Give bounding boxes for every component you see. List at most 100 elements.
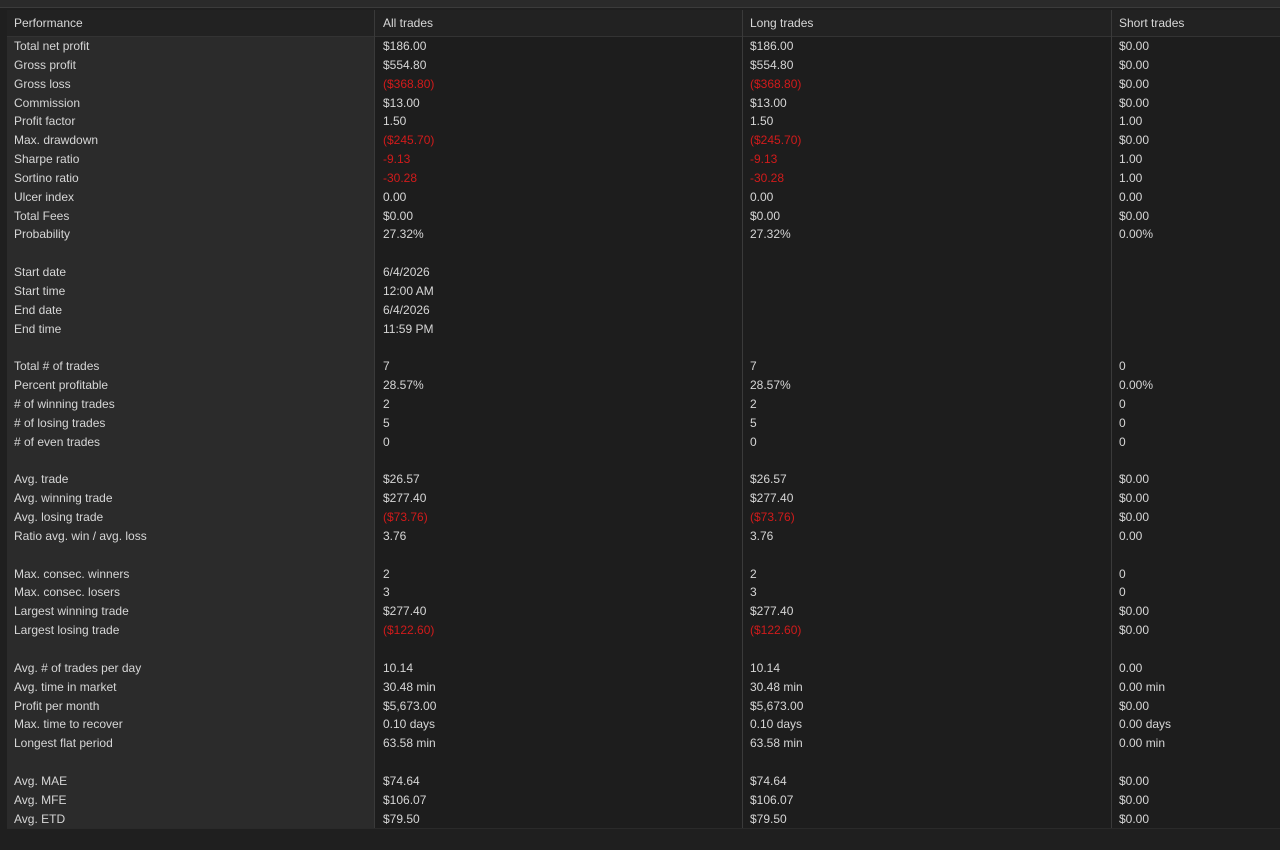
table-row[interactable]: Commission $13.00 $13.00 $0.00	[7, 94, 1280, 113]
table-row[interactable]: Sortino ratio -30.28 -30.28 1.00	[7, 169, 1280, 188]
table-row[interactable]: Avg. ETD $79.50 $79.50 $0.00	[7, 810, 1280, 829]
short-trades-value	[1112, 546, 1280, 565]
table-row[interactable]: Largest winning trade $277.40 $277.40 $0.00	[7, 602, 1280, 621]
short-trades-value: 0	[1119, 415, 1126, 430]
long-trades-value: $79.50	[750, 811, 787, 826]
row-label: Max. consec. losers	[14, 585, 121, 600]
table-row[interactable]: Sharpe ratio -9.13 -9.13 1.00	[7, 150, 1280, 169]
table-row[interactable]: Total Fees $0.00 $0.00 $0.00	[7, 207, 1280, 226]
table-row[interactable]: Avg. time in market 30.48 min 30.48 min 0.0…	[7, 678, 1280, 697]
row-label	[7, 339, 374, 358]
table-row[interactable]: Max. consec. winners 2 2 0	[7, 565, 1280, 584]
table-row[interactable]: End date 6/4/2026	[7, 301, 1280, 320]
table-row[interactable]: Ulcer index 0.00 0.00 0.00	[7, 188, 1280, 207]
all-trades-value: ($73.76)	[383, 510, 428, 525]
table-row[interactable]: Gross profit $554.80 $554.80 $0.00	[7, 56, 1280, 75]
table-spacer-row[interactable]	[7, 339, 1280, 358]
all-trades-value: $277.40	[383, 491, 427, 506]
long-trades-value	[743, 452, 1111, 471]
header-all-trades[interactable]: All trades	[376, 10, 743, 37]
all-trades-value: 6/4/2026	[383, 265, 430, 280]
row-label: Max. drawdown	[14, 133, 99, 148]
table-row[interactable]: Start time 12:00 AM	[7, 282, 1280, 301]
table-row[interactable]: Profit per month $5,673.00 $5,673.00 $0.00	[7, 697, 1280, 716]
row-label: Max. time to recover	[14, 717, 123, 732]
table-spacer-row[interactable]	[7, 452, 1280, 471]
table-row[interactable]: Max. consec. losers 3 3 0	[7, 583, 1280, 602]
table-row[interactable]: Avg. MFE $106.07 $106.07 $0.00	[7, 791, 1280, 810]
row-label: Avg. winning trade	[14, 491, 113, 506]
row-label: Avg. MAE	[14, 773, 68, 788]
long-trades-value: -30.28	[750, 170, 785, 185]
table-row[interactable]: Percent profitable 28.57% 28.57% 0.00%	[7, 376, 1280, 395]
long-trades-value: ($73.76)	[750, 510, 795, 525]
row-label: Largest losing trade	[14, 623, 120, 638]
table-row[interactable]: Total # of trades 7 7 0	[7, 357, 1280, 376]
header-long-trades[interactable]: Long trades	[743, 10, 1111, 37]
long-trades-value: $277.40	[750, 604, 794, 619]
long-trades-value: ($122.60)	[750, 623, 802, 638]
table-spacer-row[interactable]	[7, 640, 1280, 659]
long-trades-value: 3	[750, 585, 757, 600]
long-trades-value: $74.64	[750, 773, 787, 788]
long-trades-value: 28.57%	[750, 378, 791, 393]
table-row[interactable]: # of losing trades 5 5 0	[7, 414, 1280, 433]
all-trades-value: 27.32%	[383, 227, 424, 242]
header-performance[interactable]: Performance	[7, 10, 374, 37]
long-trades-value	[743, 263, 1111, 282]
long-trades-value: $186.00	[750, 39, 794, 53]
all-trades-value: $13.00	[383, 95, 420, 110]
long-trades-value: 27.32%	[750, 227, 791, 242]
table-row[interactable]: Avg. winning trade $277.40 $277.40 $0.00	[7, 489, 1280, 508]
header-short-trades[interactable]: Short trades	[1112, 10, 1280, 37]
short-trades-value: 0.00%	[1119, 227, 1154, 242]
table-row[interactable]: Largest losing trade ($122.60) ($122.60) $0…	[7, 621, 1280, 640]
all-trades-value: -9.13	[383, 152, 411, 167]
table-spacer-row[interactable]	[7, 546, 1280, 565]
row-label: # of even trades	[14, 434, 101, 449]
short-trades-value: $0.00	[1119, 133, 1150, 148]
table-row[interactable]: Avg. trade $26.57 $26.57 $0.00	[7, 470, 1280, 489]
long-trades-value: $5,673.00	[750, 698, 804, 713]
short-trades-value: $0.00	[1119, 792, 1150, 807]
table-spacer-row[interactable]	[7, 753, 1280, 772]
table-row[interactable]: Probability 27.32% 27.32% 0.00%	[7, 225, 1280, 244]
table-row[interactable]: Avg. # of trades per day 10.14 10.14 0.00	[7, 659, 1280, 678]
table-row[interactable]: # of winning trades 2 2 0	[7, 395, 1280, 414]
row-label: Avg. MFE	[14, 792, 67, 807]
table-spacer-row[interactable]	[7, 244, 1280, 263]
table-row[interactable]: Profit factor 1.50 1.50 1.00	[7, 112, 1280, 131]
all-trades-value: $554.80	[383, 57, 427, 72]
long-trades-value	[743, 546, 1111, 565]
row-label: End time	[14, 321, 62, 336]
table-row[interactable]: Max. drawdown ($245.70) ($245.70) $0.00	[7, 131, 1280, 150]
table-row[interactable]: Avg. losing trade ($73.76) ($73.76) $0.00	[7, 508, 1280, 527]
row-label: Longest flat period	[14, 736, 113, 751]
row-label: Avg. trade	[14, 472, 69, 487]
long-trades-value: 0.10 days	[750, 717, 803, 732]
table-row[interactable]: Longest flat period 63.58 min 63.58 min 0.0…	[7, 734, 1280, 753]
short-trades-value: 0.00 min	[1119, 736, 1166, 751]
table-row[interactable]: End time 11:59 PM	[7, 320, 1280, 339]
table-row[interactable]: Start date 6/4/2026	[7, 263, 1280, 282]
row-label: Sharpe ratio	[14, 152, 80, 167]
long-trades-value: 63.58 min	[750, 736, 803, 751]
row-label: Gross loss	[14, 76, 71, 91]
all-trades-value: 12:00 AM	[383, 283, 434, 298]
all-trades-value	[376, 640, 743, 659]
all-trades-value: $186.00	[383, 39, 427, 53]
table-row[interactable]: Ratio avg. win / avg. loss 3.76 3.76 0.00	[7, 527, 1280, 546]
table-row[interactable]: # of even trades 0 0 0	[7, 433, 1280, 452]
performance-table: Performance All trades Long trades Short…	[7, 10, 1280, 828]
table-row[interactable]: Avg. MAE $74.64 $74.64 $0.00	[7, 772, 1280, 791]
table-row[interactable]: Total net profit $186.00 $186.00 $0.00	[7, 37, 1280, 56]
short-trades-value	[1112, 301, 1280, 320]
table-row[interactable]: Max. time to recover 0.10 days 0.10 days 0.…	[7, 715, 1280, 734]
row-label: Start time	[14, 283, 66, 298]
long-trades-value	[743, 244, 1111, 263]
all-trades-value: 3	[383, 585, 390, 600]
all-trades-value: 28.57%	[383, 378, 424, 393]
all-trades-value: $277.40	[383, 604, 427, 619]
all-trades-value: 5	[383, 415, 390, 430]
table-row[interactable]: Gross loss ($368.80) ($368.80) $0.00	[7, 75, 1280, 94]
